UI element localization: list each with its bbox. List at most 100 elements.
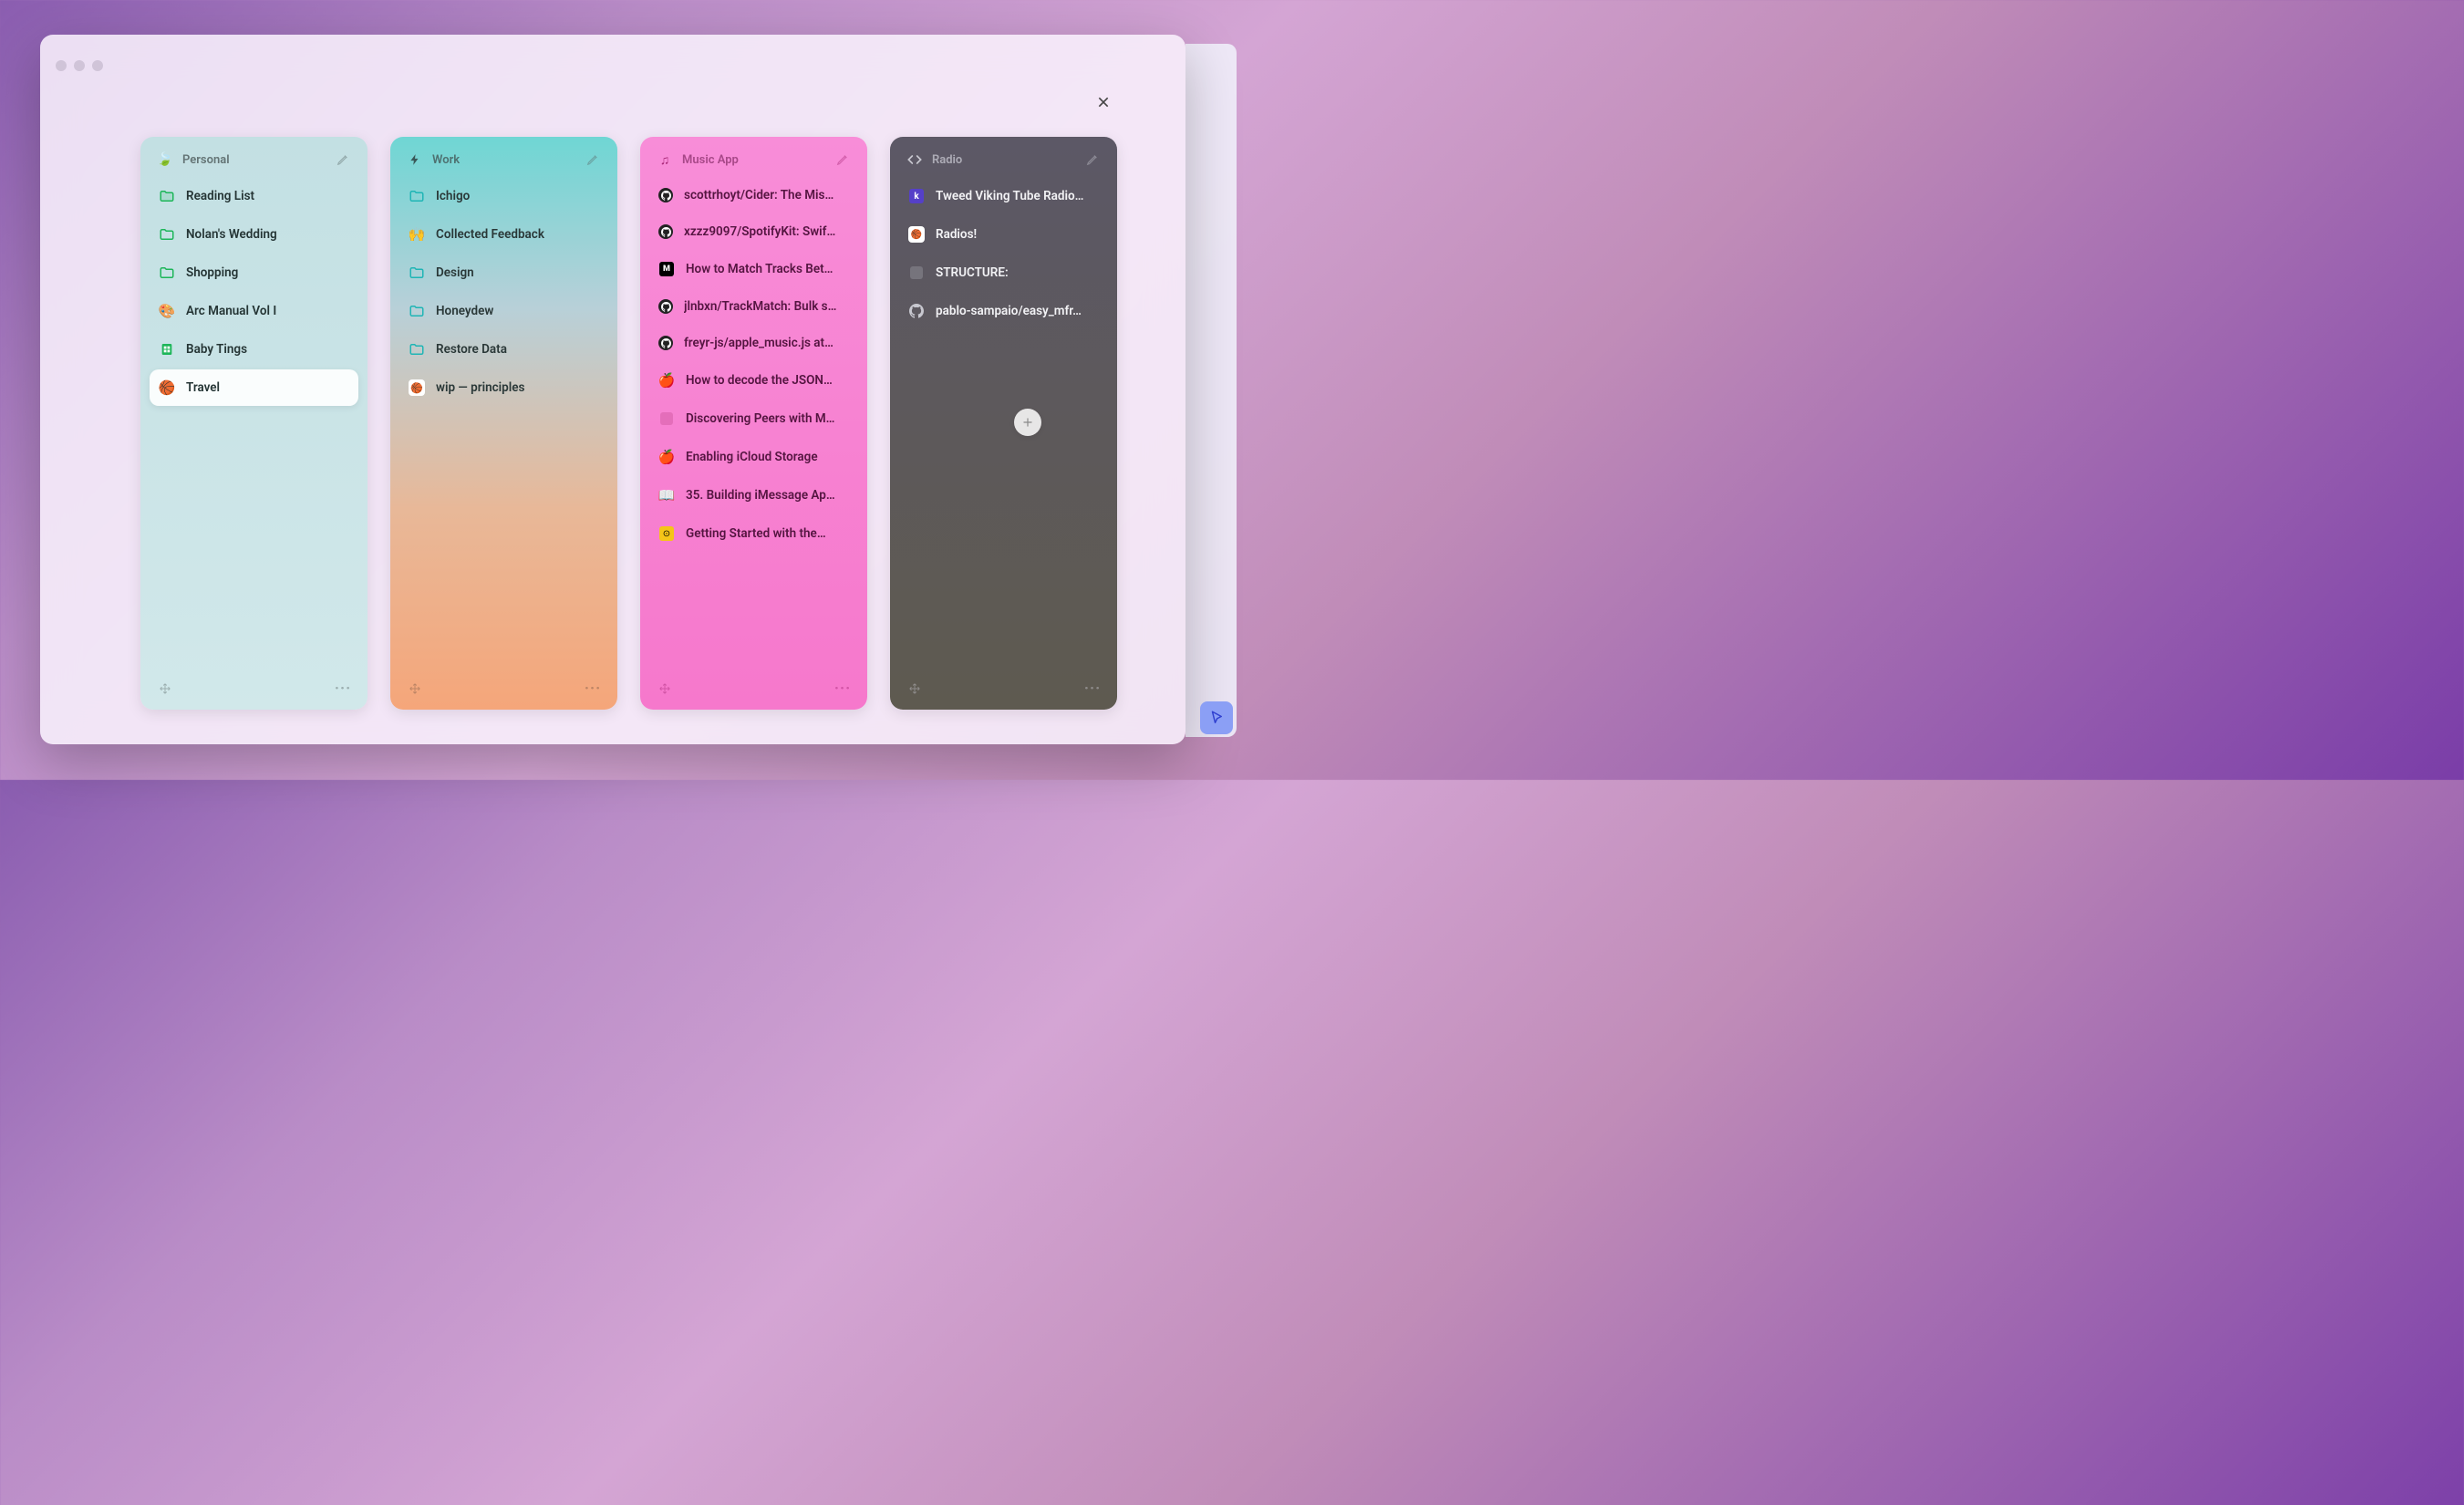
sidebar-item[interactable]: STRUCTURE: xyxy=(899,254,1108,291)
sidebar-item[interactable]: 🍎 How to decode the JSON… xyxy=(649,362,858,399)
move-icon xyxy=(159,682,171,695)
sidebar-item[interactable]: jlnbxn/TrackMatch: Bulk s… xyxy=(649,289,858,324)
item-label: Reading List xyxy=(186,189,254,203)
edit-space-button[interactable] xyxy=(834,151,851,168)
move-handle[interactable] xyxy=(407,680,423,697)
pencil-icon xyxy=(586,153,599,166)
github-icon xyxy=(658,188,673,202)
close-overlay-button[interactable] xyxy=(1092,91,1114,113)
item-label: Nolan's Wedding xyxy=(186,227,277,242)
sidebar-item[interactable]: 🏀 Travel xyxy=(150,369,358,406)
add-space-button[interactable] xyxy=(1014,409,1041,436)
space-music[interactable]: ♫ Music App scottrhoyt/Cider: The Mis… x… xyxy=(640,137,867,710)
sidebar-item[interactable]: M How to Match Tracks Bet… xyxy=(649,251,858,287)
ellipsis-icon: ··· xyxy=(335,680,351,698)
window-close-button[interactable] xyxy=(56,60,67,71)
pencil-icon xyxy=(1086,153,1099,166)
sidebar-item[interactable]: 🙌 Collected Feedback xyxy=(399,216,608,253)
folder-icon xyxy=(159,188,175,204)
sidebar-item[interactable]: 🍎 Enabling iCloud Storage xyxy=(649,439,858,475)
cursor-tool-button[interactable] xyxy=(1200,701,1233,734)
more-button[interactable]: ··· xyxy=(834,680,851,697)
item-label: How to Match Tracks Bet… xyxy=(686,262,833,276)
sidebar-item[interactable]: Nolan's Wedding xyxy=(150,216,358,253)
item-label: Baby Tings xyxy=(186,342,247,357)
item-label: Enabling iCloud Storage xyxy=(686,450,818,464)
window-zoom-button[interactable] xyxy=(92,60,103,71)
apple-icon: 🍎 xyxy=(658,449,675,465)
medium-icon: M xyxy=(658,261,675,277)
sidebar-item[interactable]: Restore Data xyxy=(399,331,608,368)
cursor-icon xyxy=(1208,710,1225,726)
move-icon xyxy=(409,682,421,695)
app-favicon-icon: ⊙ xyxy=(658,525,675,542)
item-label: Arc Manual Vol I xyxy=(186,304,276,318)
ellipsis-icon: ··· xyxy=(834,680,851,698)
sidebar-item[interactable]: Ichigo xyxy=(399,178,608,214)
more-button[interactable]: ··· xyxy=(1084,680,1101,697)
sidebar-item[interactable]: 🏀 wip — principles xyxy=(399,369,608,406)
dribbble-icon: 🏀 xyxy=(409,379,425,396)
more-button[interactable]: ··· xyxy=(585,680,601,697)
sidebar-item[interactable]: ⊙ Getting Started with the… xyxy=(649,515,858,552)
space-work[interactable]: Work Ichigo 🙌 Collected Feedback Design … xyxy=(390,137,617,710)
window-minimize-button[interactable] xyxy=(74,60,85,71)
space-title: Personal xyxy=(182,153,326,167)
move-handle[interactable] xyxy=(657,680,673,697)
bolt-icon xyxy=(407,151,423,168)
sidebar-item[interactable]: 🎨 Arc Manual Vol I xyxy=(150,293,358,329)
sidebar-item[interactable]: 🏀 Radios! xyxy=(899,216,1108,253)
sidebar-item[interactable]: Reading List xyxy=(150,178,358,214)
sidebar-item[interactable]: Honeydew xyxy=(399,293,608,329)
blank-favicon-icon xyxy=(658,410,675,427)
edit-space-button[interactable] xyxy=(585,151,601,168)
move-icon xyxy=(908,682,921,695)
edit-space-button[interactable] xyxy=(335,151,351,168)
more-button[interactable]: ··· xyxy=(335,680,351,697)
sidebar-item[interactable]: 📖 35. Building iMessage Ap… xyxy=(649,477,858,514)
sidebar-item[interactable]: k Tweed Viking Tube Radio… xyxy=(899,178,1108,214)
sidebar-item[interactable]: Discovering Peers with M… xyxy=(649,400,858,437)
dribbble-icon: 🏀 xyxy=(908,226,925,243)
item-label: freyr-js/apple_music.js at… xyxy=(684,336,833,350)
raised-hands-icon: 🙌 xyxy=(409,226,425,243)
sidebar-item[interactable]: Baby Tings xyxy=(150,331,358,368)
item-label: xzzz9097/SpotifyKit: Swif… xyxy=(684,224,835,239)
move-icon xyxy=(658,682,671,695)
item-label: Tweed Viking Tube Radio… xyxy=(936,189,1083,203)
github-icon xyxy=(658,336,673,350)
sidebar-item[interactable]: scottrhoyt/Cider: The Mis… xyxy=(649,178,858,213)
item-label: scottrhoyt/Cider: The Mis… xyxy=(684,188,833,202)
space-radio[interactable]: Radio k Tweed Viking Tube Radio… 🏀 Radio… xyxy=(890,137,1117,710)
item-label: Ichigo xyxy=(436,189,470,203)
sidebar-item[interactable]: Shopping xyxy=(150,254,358,291)
item-label: Radios! xyxy=(936,227,977,242)
ellipsis-icon: ··· xyxy=(1084,680,1101,698)
folder-icon xyxy=(159,265,175,281)
item-label: Travel xyxy=(186,380,220,395)
space-title: Music App xyxy=(682,153,825,167)
window-controls xyxy=(56,60,103,71)
sidebar-item[interactable]: Design xyxy=(399,254,608,291)
item-label: Discovering Peers with M… xyxy=(686,411,834,426)
item-label: jlnbxn/TrackMatch: Bulk s… xyxy=(684,299,836,314)
move-handle[interactable] xyxy=(157,680,173,697)
space-personal[interactable]: 🍃 Personal Reading List Nolan's Wedding … xyxy=(140,137,368,710)
folder-icon xyxy=(409,188,425,204)
sidebar-item[interactable]: pablo-sampaio/easy_mfr… xyxy=(899,293,1108,329)
plus-icon xyxy=(1021,416,1034,429)
spaces-row: 🍃 Personal Reading List Nolan's Wedding … xyxy=(140,137,1117,710)
space-title: Radio xyxy=(932,153,1075,167)
item-label: Restore Data xyxy=(436,342,507,357)
space-title: Work xyxy=(432,153,575,167)
leaf-icon: 🍃 xyxy=(157,151,173,168)
sidebar-item[interactable]: xzzz9097/SpotifyKit: Swif… xyxy=(649,214,858,249)
folder-icon xyxy=(409,265,425,281)
move-handle[interactable] xyxy=(906,680,923,697)
apple-icon: 🍎 xyxy=(658,372,675,389)
book-icon: 📖 xyxy=(658,487,675,503)
item-label: How to decode the JSON… xyxy=(686,373,833,388)
sidebar-item[interactable]: freyr-js/apple_music.js at… xyxy=(649,326,858,360)
edit-space-button[interactable] xyxy=(1084,151,1101,168)
folder-icon xyxy=(409,303,425,319)
